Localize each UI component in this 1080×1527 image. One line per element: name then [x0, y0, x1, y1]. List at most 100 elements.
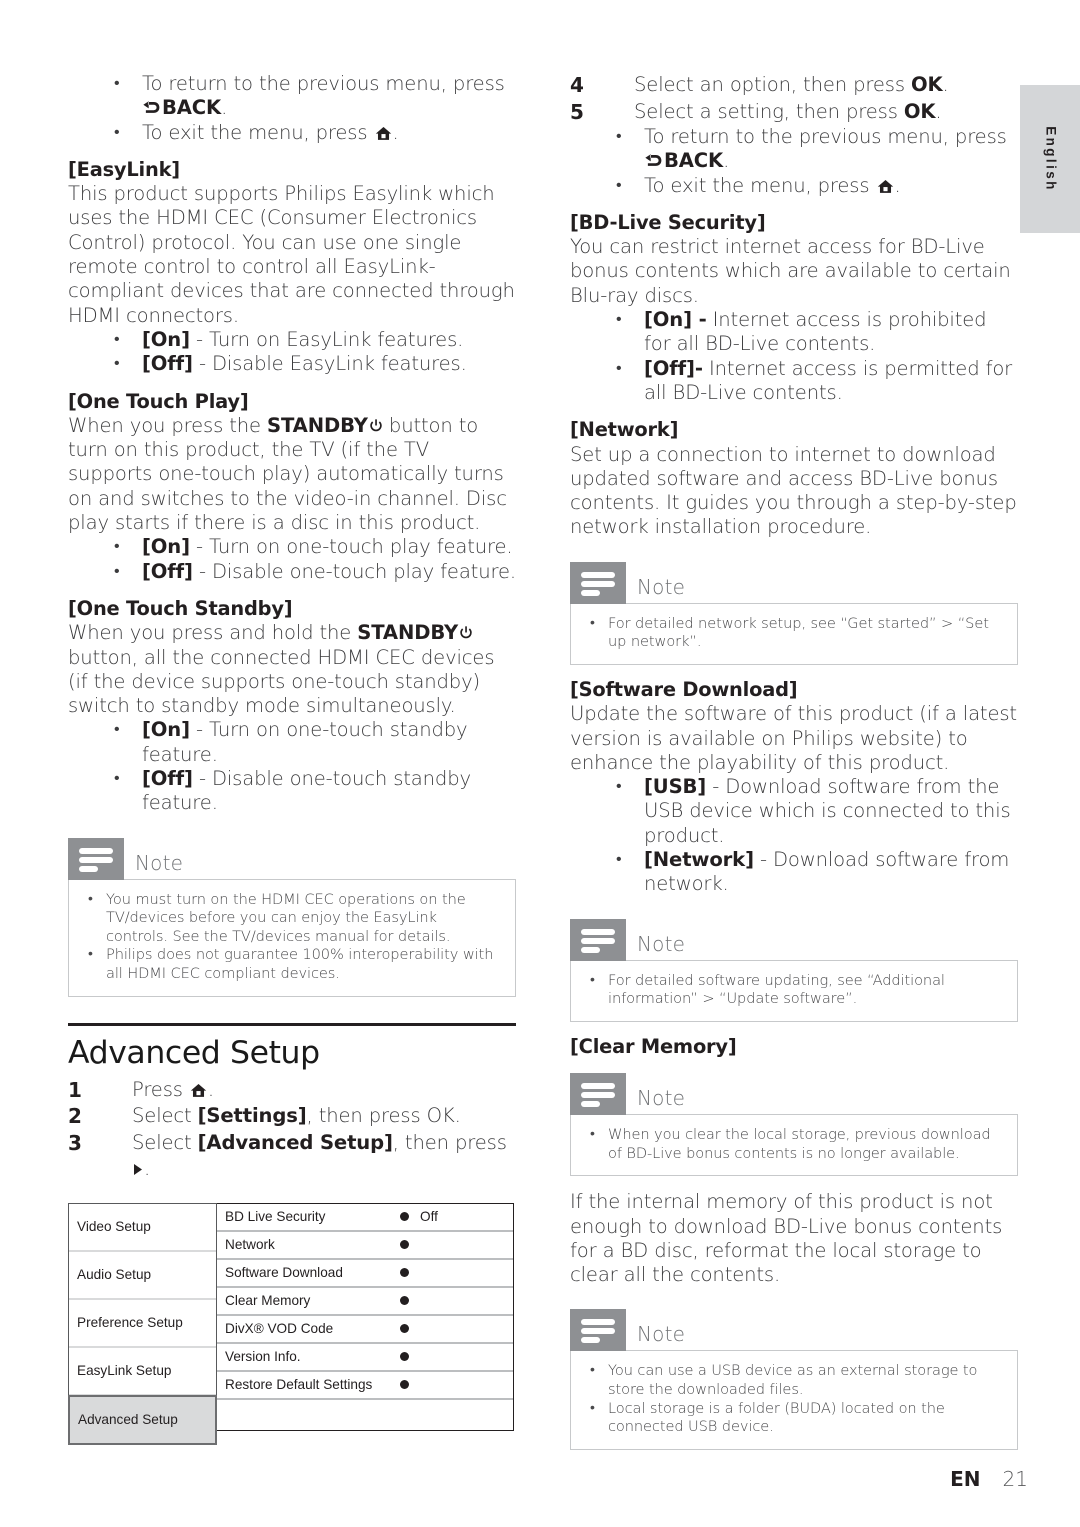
- osd-row-network[interactable]: Network: [217, 1232, 513, 1260]
- section-heading-software-download: [Software Download]: [570, 677, 798, 701]
- option-text: - Turn on one-touch play feature.: [189, 535, 513, 559]
- osd-item-easylink-setup[interactable]: EasyLink Setup: [69, 1348, 216, 1396]
- option-network: [Network] - Download software from netwo…: [570, 847, 1018, 897]
- note-item: For detailed network setup, see “Get sta…: [585, 614, 1003, 652]
- osd-item-advanced-setup[interactable]: Advanced Setup: [68, 1394, 217, 1445]
- option-ots-on: [On] - Turn on one-touch standby feature…: [68, 717, 516, 767]
- note-box-software-download: Note For detailed software updating, see…: [570, 918, 1018, 1022]
- note-header: Note: [68, 837, 516, 880]
- footer-page-number: 21: [1002, 1467, 1028, 1491]
- osd-row-software-download[interactable]: Software Download: [217, 1260, 513, 1288]
- note-box-network: Note For detailed network setup, see “Ge…: [570, 561, 1018, 665]
- advanced-setup-steps-continued: 4 Select an option, then press OK. 5 Selec…: [570, 72, 1018, 125]
- note-item: Local storage is a folder (BUDA) located…: [585, 1399, 1003, 1437]
- osd-row-bd-live-security[interactable]: BD Live Security Off: [217, 1204, 513, 1232]
- power-icon: [370, 419, 382, 432]
- osd-row-restore-default-settings[interactable]: Restore Default Settings: [217, 1372, 513, 1400]
- bullet-suffix: .: [221, 96, 228, 120]
- note-item: Philips does not guarantee 100% interope…: [83, 945, 501, 983]
- step-text: Select a setting, then press: [634, 99, 904, 123]
- osd-item-audio-setup[interactable]: Audio Setup: [69, 1252, 216, 1300]
- option-easylink-off: [Off] - Disable EasyLink features.: [68, 351, 516, 376]
- bullet-dot-icon: [400, 1296, 409, 1306]
- option-otp-on: [On] - Turn on one-touch play feature.: [68, 534, 516, 559]
- bullet-text: To exit the menu, press: [142, 120, 374, 144]
- note-box-easylink: Note You must turn on the HDMI CEC opera…: [68, 837, 516, 997]
- option-bdlive-off: [Off]- Internet access is permitted for …: [570, 356, 1018, 406]
- step-text: Select an option, then press: [634, 73, 911, 96]
- page-title: Advanced Setup: [68, 1034, 320, 1071]
- option-usb: [USB] - Download software from the USB d…: [570, 774, 1018, 848]
- option-text: - Disable one-touch play feature.: [192, 559, 516, 583]
- osd-item-label: Advanced Setup: [78, 1412, 178, 1428]
- note-item: For detailed software updating, see “Add…: [585, 971, 1003, 1009]
- option-key: [Off]-: [644, 356, 703, 380]
- clear-memory-trailing-paragraph: If the internal memory of this product i…: [570, 1190, 1003, 1287]
- chapter-divider: [68, 1022, 516, 1026]
- note-box-usb-storage: Note You can use a USB device as an exte…: [570, 1309, 1018, 1450]
- continued-bullet-list: To return to the previous menu, press BA…: [68, 71, 516, 145]
- left-column: To return to the previous menu, press BA…: [68, 71, 516, 1445]
- bullet-return-previous-menu: To return to the previous menu, press BA…: [570, 124, 1018, 174]
- bullet-suffix: .: [894, 173, 901, 197]
- osd-row-divx-vod-code[interactable]: DivX® VOD Code: [217, 1316, 513, 1344]
- option-key: [Off]: [142, 352, 193, 376]
- bullet-text: To return to the previous menu, press: [644, 125, 1007, 148]
- option-key: [Network]: [644, 848, 754, 872]
- option-text: - Disable EasyLink features.: [192, 352, 467, 376]
- step-suffix: , then press OK.: [306, 1104, 461, 1128]
- step-number: 1: [68, 1077, 82, 1102]
- body-part-1: When you press the: [68, 413, 268, 437]
- note-icon: [68, 837, 124, 880]
- note-item: When you clear the local storage, previo…: [585, 1125, 1003, 1163]
- osd-item-label: Audio Setup: [77, 1267, 152, 1283]
- bullet-dot-icon: [400, 1324, 409, 1334]
- option-key: [On]: [142, 718, 190, 742]
- note-title: Note: [637, 574, 686, 599]
- bullet-suffix: .: [392, 120, 399, 144]
- step-text: Select: [132, 1104, 198, 1128]
- step-bold: OK: [910, 73, 943, 96]
- software-download-options: [USB] - Download software from the USB d…: [570, 774, 1018, 897]
- step-1: 1 Press .: [68, 1077, 516, 1104]
- chapter-advanced-setup: Advanced Setup 1 Press . 2 Select [Setting…: [68, 1022, 516, 1183]
- option-key: [On]: [142, 535, 190, 559]
- note-header: Note: [570, 1309, 1018, 1352]
- step-text: Press: [132, 1077, 189, 1101]
- note-item: You can use a USB device as an external …: [585, 1361, 1003, 1399]
- note-icon: [570, 1309, 626, 1352]
- play-right-icon: [134, 1164, 142, 1176]
- note-body: You must turn on the HDMI CEC operations…: [68, 878, 516, 997]
- page-footer: EN 21: [950, 1467, 1028, 1491]
- osd-row-version-info[interactable]: Version Info.: [217, 1344, 513, 1372]
- note-icon: [570, 918, 626, 961]
- note-title: Note: [637, 1086, 686, 1111]
- osd-row-clear-memory[interactable]: Clear Memory: [217, 1288, 513, 1316]
- back-icon: [143, 101, 160, 114]
- step-bold: [Advanced Setup]: [197, 1130, 393, 1154]
- bullet-dot-icon: [400, 1380, 409, 1390]
- note-icon: [570, 1073, 626, 1116]
- bullet-dot-icon: [400, 1212, 409, 1222]
- note-body: You can use a USB device as an external …: [570, 1350, 1018, 1450]
- osd-item-label: EasyLink Setup: [77, 1363, 172, 1379]
- step-3: 3 Select [Advanced Setup], then press .: [68, 1130, 516, 1183]
- back-icon: [645, 154, 662, 167]
- bd-live-security-options: [On] - Internet access is prohibited for…: [570, 307, 1018, 406]
- option-otp-off: [Off] - Disable one-touch play feature.: [68, 559, 516, 584]
- footer-locale: EN: [950, 1467, 981, 1491]
- osd-item-preference-setup[interactable]: Preference Setup: [69, 1300, 216, 1348]
- step-number: 4: [570, 73, 584, 97]
- osd-menu-screenshot: Video Setup Audio Setup Preference Setup…: [68, 1202, 514, 1445]
- osd-row-label: Software Download: [225, 1265, 343, 1281]
- bullet-exit-menu: To exit the menu, press .: [68, 120, 516, 145]
- option-ots-off: [Off] - Disable one-touch standby featur…: [68, 766, 516, 816]
- osd-item-video-setup[interactable]: Video Setup: [69, 1204, 216, 1252]
- step-4: 4 Select an option, then press OK.: [570, 72, 1018, 99]
- osd-item-label: Preference Setup: [77, 1315, 183, 1331]
- osd-row-label: Clear Memory: [225, 1293, 311, 1309]
- step-suffix: , then press: [392, 1130, 507, 1154]
- osd-row-empty: [217, 1400, 513, 1430]
- option-key: [Off]: [142, 559, 193, 583]
- option-key: [On]: [142, 327, 190, 351]
